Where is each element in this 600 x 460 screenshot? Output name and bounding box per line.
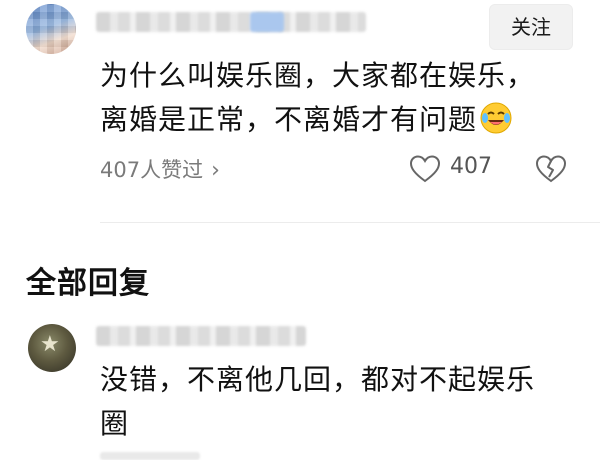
section-title-all-replies: 全部回复	[26, 266, 150, 301]
comment-line-2-text: 离婚是正常，不离婚才有问题	[100, 103, 478, 136]
follow-button[interactable]: 关注	[489, 4, 573, 50]
divider	[100, 222, 600, 223]
laughing-crying-emoji-icon	[479, 101, 513, 135]
chevron-right-icon: ›	[211, 158, 220, 183]
comment-line-2: 离婚是正常，不离婚才有问题	[100, 98, 570, 142]
commenter-avatar[interactable]	[26, 4, 76, 54]
commenter-badge-blurred	[250, 12, 284, 32]
comment-line-1: 为什么叫娱乐圈，大家都在娱乐，	[100, 59, 536, 92]
replier-avatar[interactable]	[28, 324, 76, 372]
likes-summary-text: 407人赞过	[100, 158, 204, 182]
replier-name-blurred[interactable]	[96, 326, 306, 346]
like-count: 407	[450, 154, 492, 179]
next-item-blurred	[100, 452, 200, 460]
heart-icon[interactable]	[409, 155, 441, 183]
likes-summary-link[interactable]: 407人赞过 ›	[100, 154, 220, 184]
reply-line-2: 圈	[100, 407, 130, 440]
broken-heart-icon[interactable]	[535, 155, 567, 183]
commenter-name-blurred[interactable]	[96, 12, 366, 32]
comment-body: 为什么叫娱乐圈，大家都在娱乐， 离婚是正常，不离婚才有问题	[100, 54, 570, 142]
reply-body: 没错，不离他几回，都对不起娱乐 圈	[100, 358, 570, 446]
reply-line-1: 没错，不离他几回，都对不起娱乐	[100, 363, 536, 396]
